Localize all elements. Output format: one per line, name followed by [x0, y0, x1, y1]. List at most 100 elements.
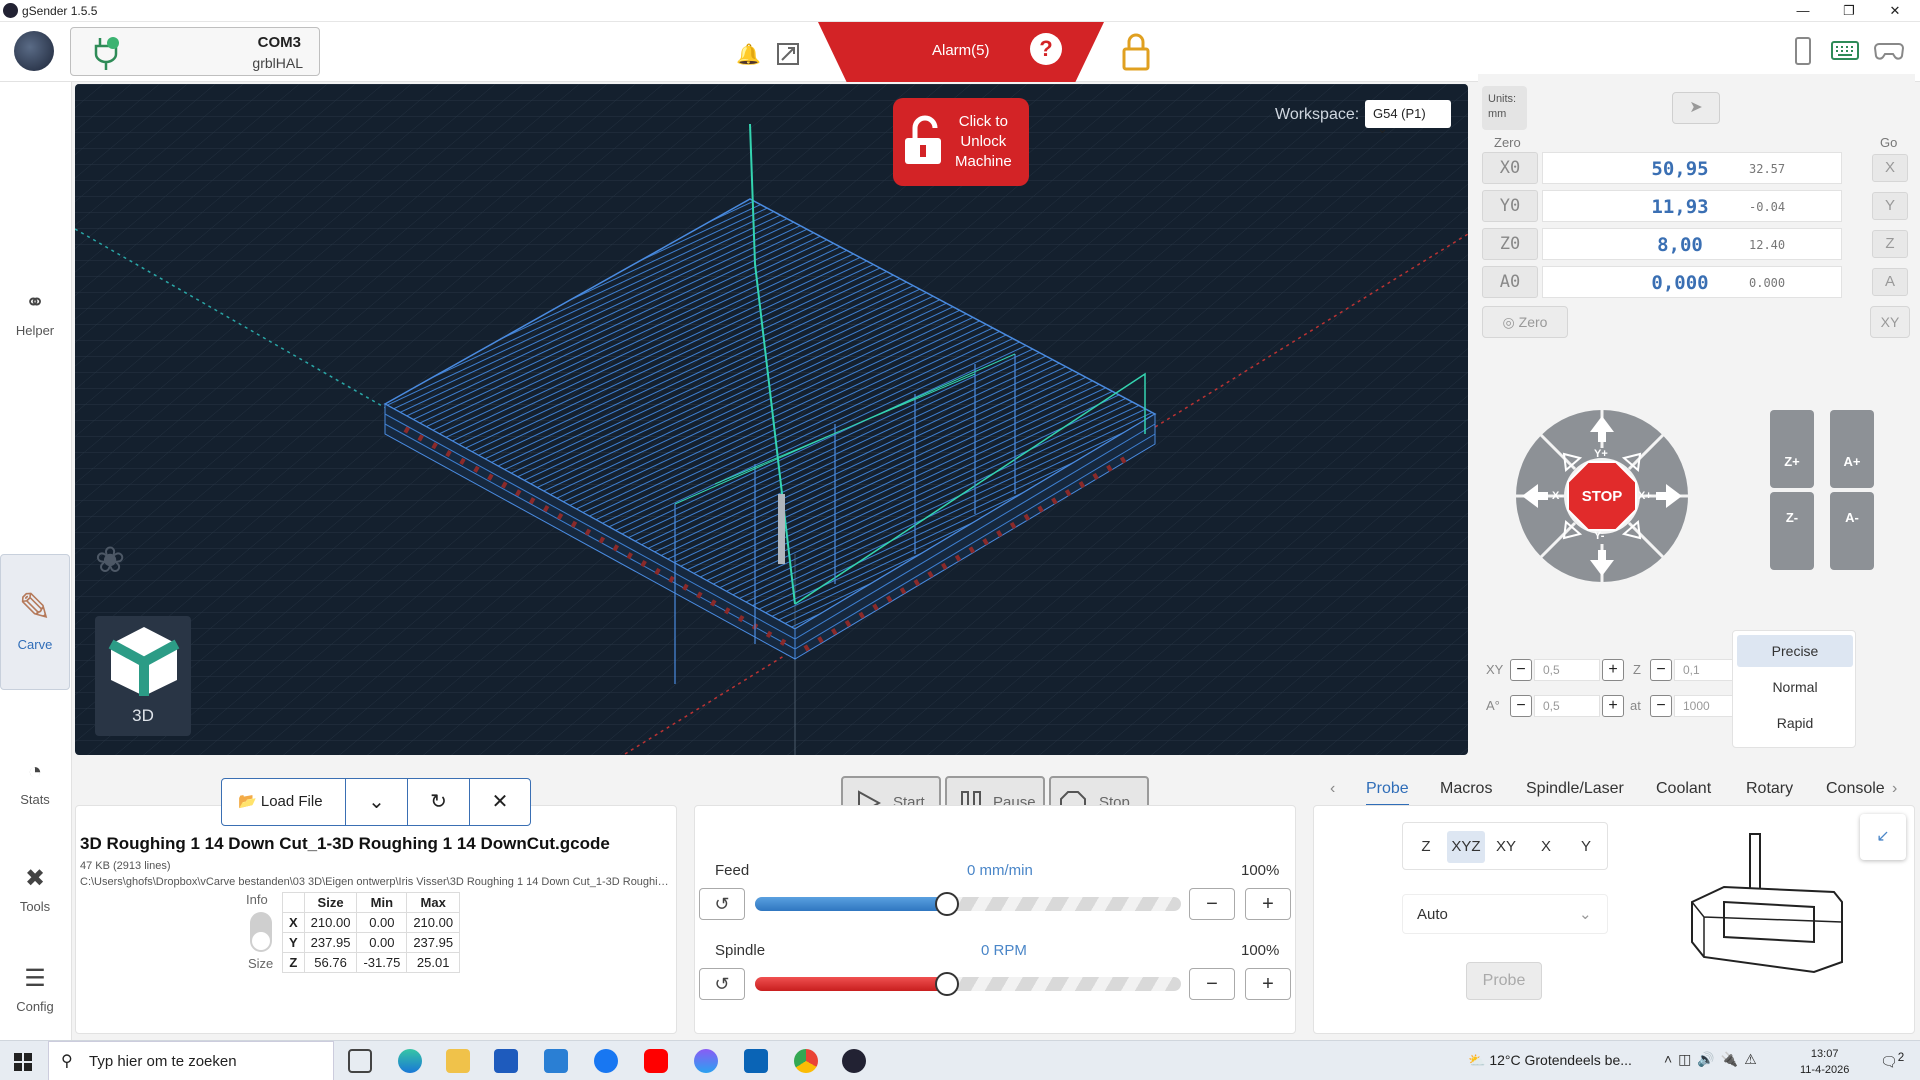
zero-y-button[interactable]: Y0 — [1482, 190, 1538, 222]
tab-console[interactable]: Console — [1826, 780, 1885, 798]
gamepad-icon[interactable] — [1874, 40, 1904, 62]
close-button[interactable]: ✕ — [1872, 0, 1918, 22]
store-icon[interactable] — [494, 1049, 518, 1073]
work-position-z[interactable]: 8,00 — [1625, 234, 1735, 256]
sidebar-item-helper[interactable]: ⚭ Helper — [0, 288, 70, 338]
jog-a-plus-button[interactable]: A+ — [1830, 410, 1874, 488]
speed-precise-button[interactable]: Precise — [1737, 635, 1853, 667]
keyboard-icon[interactable] — [1830, 40, 1860, 62]
tabs-scroll-right-icon[interactable]: › — [1892, 780, 1897, 798]
spindle-slider[interactable] — [755, 972, 1181, 996]
a-step-input[interactable]: 0,5 — [1534, 695, 1600, 717]
spindle-increase-button[interactable]: + — [1245, 968, 1291, 1000]
sidebar-item-config[interactable]: ☰ Config — [0, 964, 70, 1014]
copilot-icon[interactable] — [694, 1049, 718, 1073]
go-x-button[interactable]: X — [1872, 154, 1908, 182]
lock-icon[interactable] — [1120, 32, 1152, 72]
tab-spindle-laser[interactable]: Spindle/Laser — [1526, 780, 1624, 798]
recent-files-button[interactable]: ⌄ — [346, 779, 408, 825]
xy-step-input[interactable]: 0,5 — [1534, 659, 1600, 681]
zero-z-button[interactable]: Z0 — [1482, 228, 1538, 260]
feed-reset-button[interactable]: ↺ — [699, 888, 745, 920]
minimize-button[interactable]: — — [1780, 0, 1826, 22]
reload-file-button[interactable]: ↻ — [408, 779, 470, 825]
weather-widget[interactable]: ⛅ 12°C Grotendeels be... — [1468, 1052, 1632, 1069]
zero-all-button[interactable]: ◎ Zero — [1482, 306, 1568, 338]
go-z-button[interactable]: Z — [1872, 230, 1908, 258]
notifications-icon[interactable]: 🗨2 — [1880, 1051, 1904, 1071]
probe-axis-z[interactable]: Z — [1407, 831, 1445, 863]
feed-slider-knob[interactable] — [934, 892, 959, 916]
mail-icon[interactable] — [544, 1049, 568, 1073]
taskbar-search[interactable]: ⚲ Typ hier om te zoeken — [48, 1041, 334, 1080]
file-explorer-icon[interactable] — [446, 1049, 470, 1073]
tab-coolant[interactable]: Coolant — [1656, 780, 1711, 798]
z-step-input[interactable]: 0,1 — [1674, 659, 1740, 681]
visualizer-3d[interactable]: Click to Unlock Machine Workspace: G54 (… — [75, 84, 1468, 755]
work-position-y[interactable]: 11,93 — [1625, 196, 1735, 218]
probe-axis-y[interactable]: Y — [1567, 831, 1605, 863]
probe-axis-xyz[interactable]: XYZ — [1447, 831, 1485, 863]
probe-button[interactable]: Probe — [1466, 962, 1542, 1000]
tab-rotary[interactable]: Rotary — [1746, 780, 1793, 798]
windows-start-icon[interactable] — [14, 1053, 32, 1071]
system-tray-icons[interactable]: ˄◫🔊🔌⚠ — [1664, 1051, 1763, 1068]
youtube-icon[interactable] — [644, 1049, 668, 1073]
work-position-a[interactable]: 0,000 — [1625, 272, 1735, 294]
go-y-button[interactable]: Y — [1872, 192, 1908, 220]
work-position-x[interactable]: 50,95 — [1625, 158, 1735, 180]
probe-axis-x[interactable]: X — [1527, 831, 1565, 863]
tab-probe[interactable]: Probe — [1366, 780, 1409, 806]
sidebar-item-tools[interactable]: ✖ Tools — [0, 864, 70, 914]
xy-step-decrease[interactable]: − — [1510, 659, 1532, 681]
xy-step-increase[interactable]: + — [1602, 659, 1624, 681]
load-file-button[interactable]: 📂 Load File — [222, 779, 346, 825]
jog-a-minus-button[interactable]: A- — [1830, 492, 1874, 570]
feather-icon[interactable]: ❀ — [95, 539, 125, 581]
probe-type-select[interactable]: Auto ⌄ — [1402, 894, 1608, 934]
task-view-icon[interactable] — [348, 1049, 372, 1073]
z-step-decrease[interactable]: − — [1650, 659, 1672, 681]
feed-increase-button[interactable]: + — [1245, 888, 1291, 920]
jog-z-plus-button[interactable]: Z+ — [1770, 410, 1814, 488]
goto-button[interactable]: ➤ — [1672, 92, 1720, 124]
alarm-help-button[interactable]: ? — [1030, 33, 1062, 65]
a-step-decrease[interactable]: − — [1510, 695, 1532, 717]
jog-stop-button[interactable]: STOP — [1572, 488, 1632, 505]
taskbar-clock[interactable]: 13:07 11-4-2026 — [1800, 1046, 1849, 1078]
speed-normal-button[interactable]: Normal — [1737, 671, 1853, 703]
zero-x-button[interactable]: X0 — [1482, 152, 1538, 184]
spindle-slider-knob[interactable] — [934, 972, 959, 996]
zero-a-button[interactable]: A0 — [1482, 266, 1538, 298]
edge-icon[interactable] — [398, 1049, 422, 1073]
mobile-icon[interactable] — [1792, 36, 1814, 66]
shortcuts-icon[interactable] — [776, 42, 800, 66]
sidebar-item-stats[interactable]: ◔ Stats — [0, 758, 70, 807]
feed-slider[interactable] — [755, 892, 1181, 916]
probe-axis-xy[interactable]: XY — [1487, 831, 1525, 863]
go-xy-button[interactable]: XY — [1870, 306, 1910, 338]
feed-decrease-button[interactable]: − — [1189, 888, 1235, 920]
workspace-select[interactable]: G54 (P1) ⌄ — [1365, 100, 1451, 136]
unlock-machine-button[interactable]: Click to Unlock Machine — [893, 98, 1029, 186]
sidebar-item-carve[interactable]: ✎ Carve — [0, 554, 70, 690]
close-file-button[interactable]: ✕ — [470, 779, 530, 825]
gsender-taskbar-icon[interactable] — [842, 1049, 866, 1073]
spindle-decrease-button[interactable]: − — [1189, 968, 1235, 1000]
go-a-button[interactable]: A — [1872, 268, 1908, 296]
alarm-banner[interactable]: Alarm(5) ? — [818, 22, 1104, 82]
view-cube-button[interactable]: 3D — [95, 616, 191, 736]
info-size-toggle[interactable] — [250, 912, 272, 952]
tabs-scroll-left-icon[interactable]: ‹ — [1330, 780, 1335, 798]
tab-macros[interactable]: Macros — [1440, 780, 1492, 798]
spindle-reset-button[interactable]: ↺ — [699, 968, 745, 1000]
a-step-increase[interactable]: + — [1602, 695, 1624, 717]
chrome-icon[interactable] — [794, 1049, 818, 1073]
maximize-button[interactable]: ❐ — [1826, 0, 1872, 22]
connection-widget[interactable]: COM3 grblHAL — [70, 27, 320, 76]
expand-probe-icon[interactable]: ↙ — [1860, 814, 1906, 860]
jog-feed-input[interactable]: 1000 — [1674, 695, 1740, 717]
outlook-icon[interactable] — [744, 1049, 768, 1073]
speed-rapid-button[interactable]: Rapid — [1737, 707, 1853, 739]
bell-icon[interactable]: 🔔 — [736, 42, 761, 67]
